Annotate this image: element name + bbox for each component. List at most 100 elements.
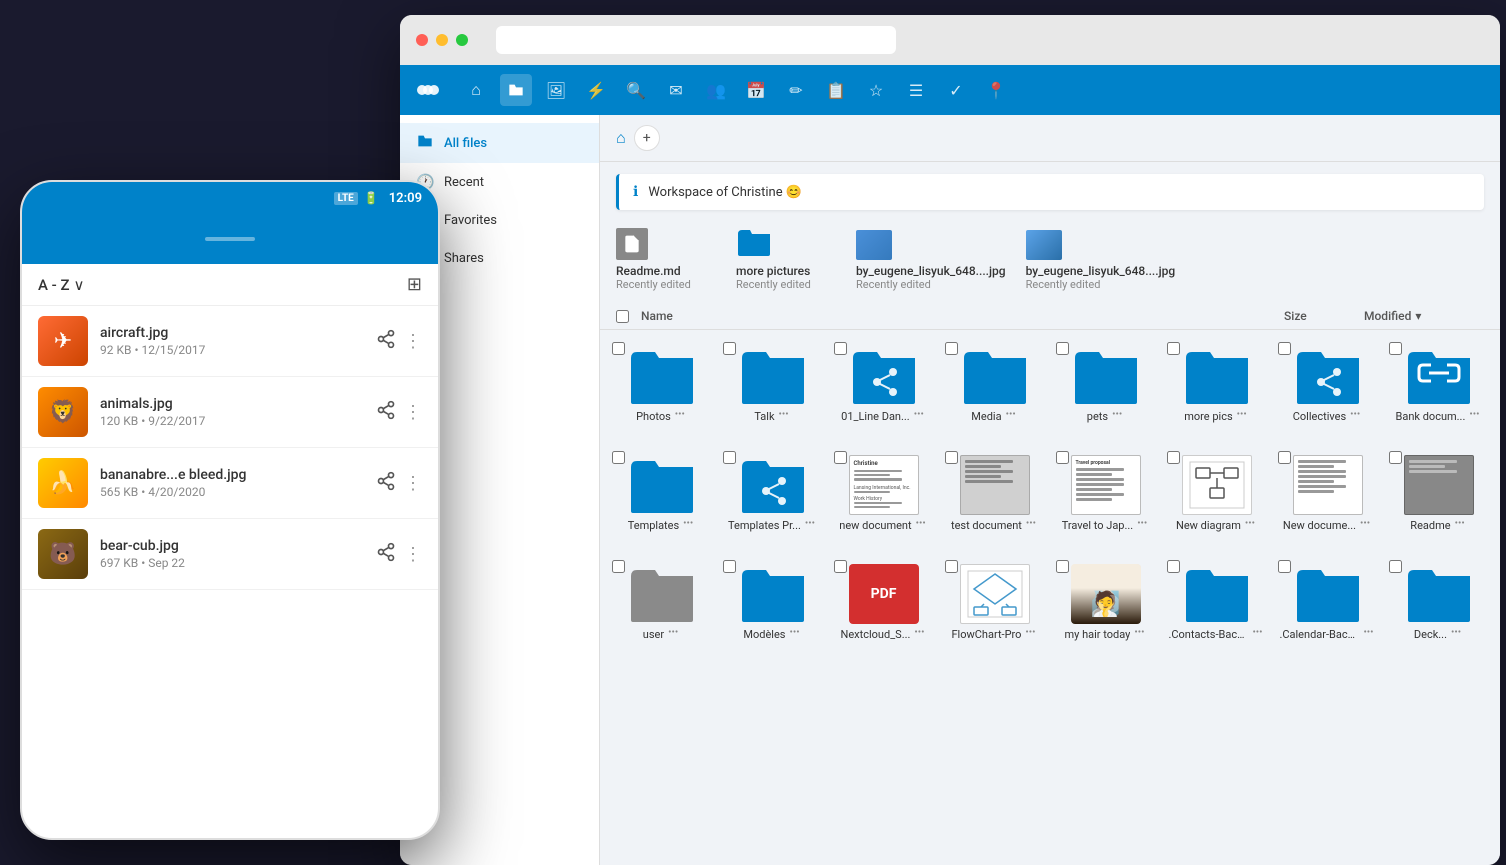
folder-bankdocum[interactable]: Bank docum... ••• [1385, 338, 1492, 431]
recent-item-photo1[interactable]: by_eugene_lisyuk_648....jpg Recently edi… [856, 230, 1006, 291]
folder-morepics[interactable]: more pics ••• [1163, 338, 1270, 431]
recent-item-more-pictures[interactable]: more pictures Recently edited [736, 226, 836, 291]
newdoc-checkbox[interactable] [834, 451, 847, 464]
modeles-more-btn[interactable]: ••• [787, 627, 801, 638]
folder-media[interactable]: Media ••• [941, 338, 1048, 431]
newdoc-more-btn[interactable]: ••• [914, 518, 928, 529]
folder-deck[interactable]: Deck... ••• [1385, 556, 1492, 649]
activity-nav-icon[interactable]: ⚡ [580, 74, 612, 106]
collectives-checkbox[interactable] [1278, 342, 1291, 355]
folder-collectives[interactable]: Collectives ••• [1274, 338, 1381, 431]
phone-file-aircraft[interactable]: ✈ aircraft.jpg 92 KB • 12/15/2017 ⋮ [22, 306, 438, 377]
calendarbkp-more-btn[interactable]: ••• [1361, 627, 1375, 638]
column-size-header[interactable]: Size [1284, 309, 1364, 323]
notes-nav-icon[interactable]: ✏ [780, 74, 812, 106]
morepics-checkbox[interactable] [1167, 342, 1180, 355]
recent-item-photo2[interactable]: by_eugene_lisyuk_648....jpg Recently edi… [1026, 230, 1176, 291]
files-nav-icon[interactable] [500, 74, 532, 106]
folder-templates[interactable]: Templates ••• [608, 447, 715, 540]
folder-modeles[interactable]: Modèles ••• [719, 556, 826, 649]
traveljap-checkbox[interactable] [1056, 451, 1069, 464]
contactsbkp-checkbox[interactable] [1167, 560, 1180, 573]
contactsbkp-more-btn[interactable]: ••• [1250, 627, 1264, 638]
flowchart-checkbox[interactable] [945, 560, 958, 573]
nextcloudpdf-more-btn[interactable]: ••• [912, 627, 926, 638]
pets-more-btn[interactable]: ••• [1110, 409, 1124, 420]
sidebar-item-all-files[interactable]: All files [400, 123, 599, 163]
talk-more-btn[interactable]: ••• [777, 409, 791, 420]
aircraft-more-icon[interactable]: ⋮ [404, 331, 422, 352]
photos-more-btn[interactable]: ••• [673, 409, 687, 420]
templatesPr-checkbox[interactable] [723, 451, 736, 464]
file-readme[interactable]: Readme ••• [1385, 447, 1492, 540]
flowchart-more-btn[interactable]: ••• [1023, 627, 1037, 638]
column-name-header[interactable]: Name [641, 309, 1284, 323]
file-newdocume[interactable]: New docume... ••• [1274, 447, 1381, 540]
maximize-button[interactable] [456, 34, 468, 46]
list-nav-icon[interactable]: ☰ [900, 74, 932, 106]
newdiagram-more-btn[interactable]: ••• [1243, 518, 1257, 529]
user-more-btn[interactable]: ••• [666, 627, 680, 638]
linedan-checkbox[interactable] [834, 342, 847, 355]
search-nav-icon[interactable]: 🔍 [620, 74, 652, 106]
bear-more-icon[interactable]: ⋮ [404, 544, 422, 565]
column-modified-header[interactable]: Modified ▾ [1364, 309, 1484, 323]
templates-checkbox[interactable] [612, 451, 625, 464]
templates-more-btn[interactable]: ••• [681, 518, 695, 529]
talk-checkbox[interactable] [723, 342, 736, 355]
user-checkbox[interactable] [612, 560, 625, 573]
folder-user[interactable]: user ••• [608, 556, 715, 649]
animals-share-icon[interactable] [376, 400, 396, 425]
folder-photos[interactable]: Photos ••• [608, 338, 715, 431]
file-traveljap[interactable]: Travel proposal Travel to Jap... ••• [1052, 447, 1159, 540]
pets-checkbox[interactable] [1056, 342, 1069, 355]
newdocume-checkbox[interactable] [1278, 451, 1291, 464]
grid-view-button[interactable]: ⊞ [407, 274, 422, 295]
nextcloudpdf-checkbox[interactable] [834, 560, 847, 573]
starred-nav-icon[interactable]: ☆ [860, 74, 892, 106]
mail-nav-icon[interactable]: ✉ [660, 74, 692, 106]
folder-pets[interactable]: pets ••• [1052, 338, 1159, 431]
file-nextcloud-pdf[interactable]: PDF Nextcloud_S... ••• [830, 556, 937, 649]
folder-templates-pr[interactable]: Templates Pr... ••• [719, 447, 826, 540]
home-nav-icon[interactable]: ⌂ [460, 74, 492, 106]
file-flowchart[interactable]: FlowChart-Pro ••• [941, 556, 1048, 649]
animals-more-icon[interactable]: ⋮ [404, 402, 422, 423]
add-file-button[interactable]: + [634, 125, 660, 151]
hairtoday-checkbox[interactable] [1056, 560, 1069, 573]
hairtoday-more-btn[interactable]: ••• [1132, 627, 1146, 638]
folder-01linedan[interactable]: 01_Line Dan... ••• [830, 338, 937, 431]
phone-file-animals[interactable]: 🦁 animals.jpg 120 KB • 9/22/2017 ⋮ [22, 377, 438, 448]
folder-contacts-backup[interactable]: .Contacts-Backup ••• [1163, 556, 1270, 649]
templatesPr-more-btn[interactable]: ••• [803, 518, 817, 529]
phone-file-banana[interactable]: 🍌 bananabre...e bleed.jpg 565 KB • 4/20/… [22, 448, 438, 519]
bankdocum-more-btn[interactable]: ••• [1467, 409, 1481, 420]
newdiagram-checkbox[interactable] [1167, 451, 1180, 464]
aircraft-share-icon[interactable] [376, 329, 396, 354]
select-all-checkbox[interactable] [616, 310, 629, 323]
photos-nav-icon[interactable]: 🖼 [540, 74, 572, 106]
phone-file-bear[interactable]: 🐻 bear-cub.jpg 697 KB • Sep 22 ⋮ [22, 519, 438, 590]
testdoc-more-btn[interactable]: ••• [1024, 518, 1038, 529]
maps-nav-icon[interactable]: 📍 [980, 74, 1012, 106]
close-button[interactable] [416, 34, 428, 46]
deck-nav-icon[interactable]: 📋 [820, 74, 852, 106]
minimize-button[interactable] [436, 34, 448, 46]
testdoc-checkbox[interactable] [945, 451, 958, 464]
photos-checkbox[interactable] [612, 342, 625, 355]
recent-item-readme[interactable]: Readme.md Recently edited [616, 228, 716, 291]
media-checkbox[interactable] [945, 342, 958, 355]
readme-checkbox[interactable] [1389, 451, 1402, 464]
calendarbkp-checkbox[interactable] [1278, 560, 1291, 573]
file-hairtoday[interactable]: 🧖 my hair today ••• [1052, 556, 1159, 649]
banana-share-icon[interactable] [376, 471, 396, 496]
deck-checkbox[interactable] [1389, 560, 1402, 573]
file-testdoc[interactable]: test document ••• [941, 447, 1048, 540]
bankdocum-checkbox[interactable] [1389, 342, 1402, 355]
morepics-more-btn[interactable]: ••• [1235, 409, 1249, 420]
breadcrumb-home[interactable]: ⌂ [616, 128, 626, 148]
url-bar[interactable] [496, 26, 896, 54]
newdocume-more-btn[interactable]: ••• [1358, 518, 1372, 529]
banana-more-icon[interactable]: ⋮ [404, 473, 422, 494]
sort-az-button[interactable]: A - Z ∨ [38, 276, 85, 294]
